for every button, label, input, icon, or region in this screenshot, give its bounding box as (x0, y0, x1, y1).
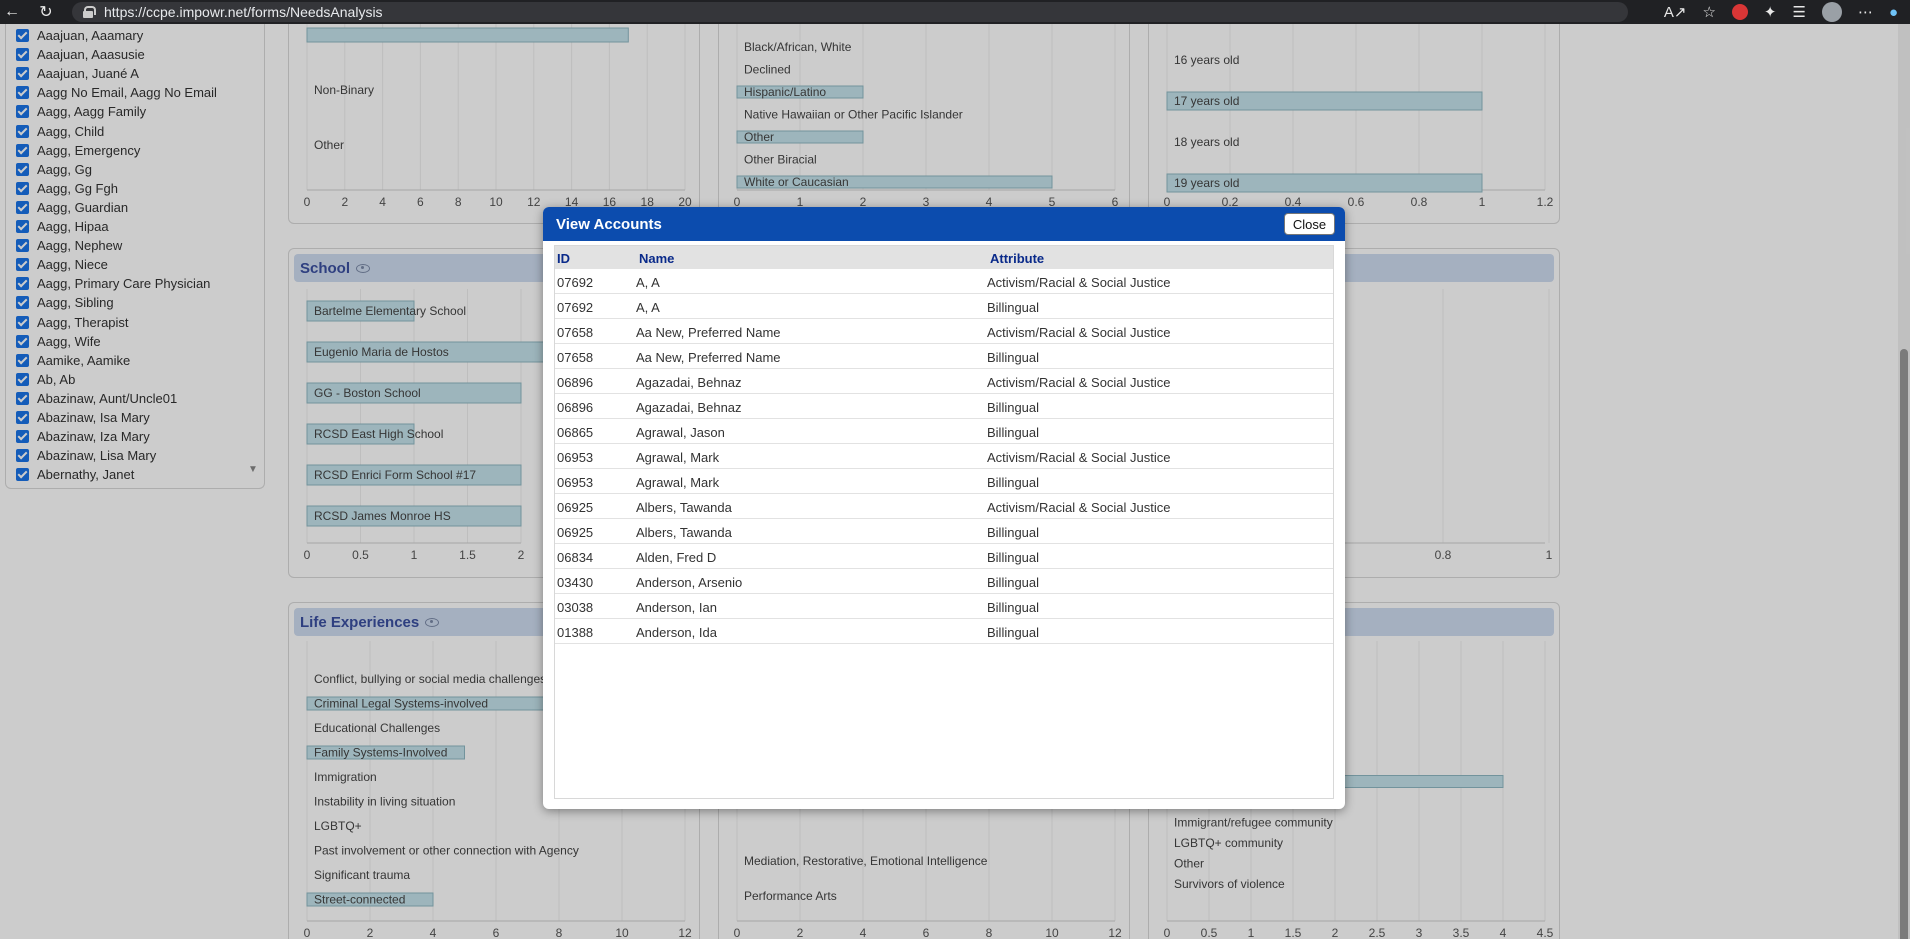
cell-name: Anderson, Ida (636, 625, 717, 640)
cell-name: Agrawal, Mark (636, 475, 720, 490)
cell-attribute: Billingual (987, 575, 1040, 590)
cell-attribute: Billingual (987, 600, 1040, 615)
cell-id: 06953 (557, 450, 594, 465)
cell-id: 07658 (557, 325, 594, 340)
cell-id: 07692 (557, 300, 594, 315)
cell-name: Agrawal, Jason (636, 425, 725, 440)
cell-attribute: Billingual (987, 475, 1040, 490)
cell-name: Aa New, Preferred Name (636, 350, 781, 365)
cell-id: 06925 (557, 525, 594, 540)
browser-actions: A↗ ☆ ✦ ☰ ⋯ ● (1664, 0, 1910, 24)
cell-attribute: Billingual (987, 300, 1040, 315)
table-row[interactable]: 07692 A, A Activism/Racial & Social Justic… (555, 269, 1333, 294)
cell-name: Albers, Tawanda (636, 500, 732, 515)
cell-attribute: Billingual (987, 525, 1040, 540)
table-row[interactable]: 06865 Agrawal, Jason Billingual (555, 419, 1333, 444)
table-row[interactable]: 06925 Albers, Tawanda Activism/Racial & So… (555, 494, 1333, 519)
table-row[interactable]: 07658 Aa New, Preferred Name Billingual (555, 344, 1333, 369)
cell-attribute: Activism/Racial & Social Justice (987, 375, 1171, 390)
column-header-id[interactable]: ID (557, 251, 570, 266)
column-header-attribute[interactable]: Attribute (990, 251, 1044, 266)
accounts-table: ID Name Attribute 07692 A, A Activism/Raci… (554, 245, 1334, 799)
table-row[interactable]: 01388 Anderson, Ida Billingual (555, 619, 1333, 644)
copilot-icon[interactable]: ● (1889, 4, 1898, 21)
cell-id: 06834 (557, 550, 594, 565)
table-row[interactable]: 06896 Agazadai, Behnaz Activism/Racial & S… (555, 369, 1333, 394)
cell-name: Anderson, Ian (636, 600, 717, 615)
cell-name: Agazadai, Behnaz (636, 400, 742, 415)
more-icon[interactable]: ⋯ (1858, 3, 1873, 21)
table-row[interactable]: 07692 A, A Billingual (555, 294, 1333, 319)
cell-id: 07658 (557, 350, 594, 365)
back-icon[interactable]: ← (0, 0, 24, 24)
cell-attribute: Billingual (987, 350, 1040, 365)
read-aloud-icon[interactable]: A↗ (1664, 3, 1687, 21)
cell-attribute: Activism/Racial & Social Justice (987, 275, 1171, 290)
cell-id: 01388 (557, 625, 594, 640)
cell-attribute: Billingual (987, 625, 1040, 640)
table-row[interactable]: 03038 Anderson, Ian Billingual (555, 594, 1333, 619)
cell-id: 03430 (557, 575, 594, 590)
modal-title: View Accounts (556, 216, 662, 233)
cell-name: Albers, Tawanda (636, 525, 732, 540)
close-button[interactable]: Close (1284, 213, 1335, 235)
cell-id: 06896 (557, 400, 594, 415)
browser-toolbar: ← ↻ https://ccpe.impowr.net/forms/NeedsA… (0, 0, 1910, 24)
cell-id: 06953 (557, 475, 594, 490)
profile-icon[interactable] (1821, 2, 1842, 22)
cell-name: Agazadai, Behnaz (636, 375, 742, 390)
cell-name: Alden, Fred D (636, 550, 717, 565)
table-row[interactable]: 06953 Agrawal, Mark Activism/Racial & Soci… (555, 444, 1333, 469)
table-row[interactable]: 07658 Aa New, Preferred Name Activism/Raci… (555, 319, 1333, 344)
cell-id: 07692 (557, 275, 594, 290)
column-header-name[interactable]: Name (639, 251, 674, 266)
view-accounts-modal: View Accounts Close ID Name Attribute 07… (543, 207, 1345, 809)
table-row[interactable]: 06896 Agazadai, Behnaz Billingual (555, 394, 1333, 419)
table-header: ID Name Attribute (555, 246, 1333, 269)
cell-id: 03038 (557, 600, 594, 615)
cell-attribute: Activism/Racial & Social Justice (987, 500, 1171, 515)
cell-name: Agrawal, Mark (636, 450, 720, 465)
favorites-icon[interactable]: ☰ (1792, 3, 1805, 21)
cell-id: 06896 (557, 375, 594, 390)
cell-name: A, A (636, 275, 660, 290)
cell-attribute: Billingual (987, 550, 1040, 565)
cell-name: A, A (636, 300, 660, 315)
cell-attribute: Activism/Racial & Social Justice (987, 450, 1171, 465)
lock-icon (82, 6, 96, 18)
table-row[interactable]: 06834 Alden, Fred D Billingual (555, 544, 1333, 569)
cell-attribute: Activism/Racial & Social Justice (987, 325, 1171, 340)
extension-icon[interactable] (1731, 4, 1748, 20)
address-bar[interactable]: https://ccpe.impowr.net/forms/NeedsAnaly… (72, 2, 1628, 22)
cell-id: 06865 (557, 425, 594, 440)
cell-id: 06925 (557, 500, 594, 515)
cell-name: Aa New, Preferred Name (636, 325, 781, 340)
modal-header: View Accounts Close (543, 207, 1345, 241)
puzzle-icon[interactable]: ✦ (1764, 3, 1777, 21)
cell-attribute: Billingual (987, 400, 1040, 415)
cell-name: Anderson, Arsenio (636, 575, 743, 590)
cell-attribute: Billingual (987, 425, 1040, 440)
url-text: https://ccpe.impowr.net/forms/NeedsAnaly… (104, 4, 383, 20)
table-row[interactable]: 03430 Anderson, Arsenio Billingual (555, 569, 1333, 594)
table-row[interactable]: 06925 Albers, Tawanda Billingual (555, 519, 1333, 544)
refresh-icon[interactable]: ↻ (34, 0, 58, 24)
table-row[interactable]: 06953 Agrawal, Mark Billingual (555, 469, 1333, 494)
favorite-icon[interactable]: ☆ (1702, 3, 1715, 21)
